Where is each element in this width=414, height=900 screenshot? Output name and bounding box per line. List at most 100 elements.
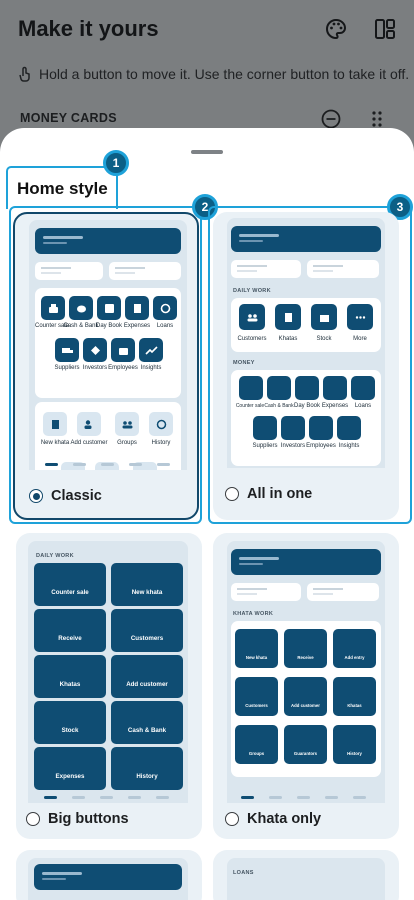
day-book-icon xyxy=(97,296,121,320)
radio-all-in-one[interactable]: All in one xyxy=(225,486,312,502)
stock-icon xyxy=(311,304,337,330)
preview-hero xyxy=(231,226,381,252)
big-tile: Expenses xyxy=(34,747,106,790)
layout-icon[interactable] xyxy=(373,17,397,41)
big-tile: History xyxy=(111,747,183,790)
tile-label: History xyxy=(151,440,171,446)
expenses-icon xyxy=(323,376,347,400)
insights-icon xyxy=(139,338,163,362)
tile-label: Loans xyxy=(354,403,372,409)
daily-caption: DAILY WORK xyxy=(36,553,74,559)
radio-button[interactable] xyxy=(225,812,239,826)
radio-big-buttons[interactable]: Big buttons xyxy=(26,811,129,827)
big-tile: Stock xyxy=(34,701,106,744)
tile-label: Add customer xyxy=(70,440,108,446)
big-tile: Counter sale xyxy=(34,563,106,606)
radio-button[interactable] xyxy=(26,812,40,826)
khata-caption: KHATA WORK xyxy=(233,611,274,617)
preview-tabbar xyxy=(44,793,169,802)
khata-tile: Guarantors xyxy=(284,725,327,764)
touch-icon xyxy=(19,66,30,82)
cash-bank-icon xyxy=(69,296,93,320)
money-panel: Counter sale Cash & Bank Day Book Expens… xyxy=(231,370,381,466)
big-tile: New khata xyxy=(111,563,183,606)
khata-tile: History xyxy=(333,725,376,764)
loans-icon xyxy=(351,376,375,400)
insights-icon xyxy=(337,416,361,440)
step-badge-1: 1 xyxy=(103,150,129,176)
radio-button[interactable] xyxy=(29,489,43,503)
preview-pill xyxy=(307,583,379,601)
daily-panel: Customers Khatas Stock More xyxy=(231,298,381,352)
big-tile: Customers xyxy=(111,609,183,652)
option-preview-next-right[interactable]: LOANS xyxy=(213,850,399,900)
big-tile: Add customer xyxy=(111,655,183,698)
option-all-in-one[interactable]: DAILY WORK Customers Khatas Stock More M… xyxy=(213,212,399,520)
counter-sale-icon xyxy=(41,296,65,320)
big-buttons-preview: DAILY WORK Counter sale New khata Receiv… xyxy=(28,541,188,803)
customers-icon xyxy=(239,304,265,330)
preview-pill xyxy=(35,262,103,280)
preview-hero xyxy=(231,549,381,575)
radio-khata-only[interactable]: Khata only xyxy=(225,811,321,827)
palette-icon[interactable] xyxy=(324,17,348,41)
khata-only-preview: KHATA WORK New khata Receive Add entry C… xyxy=(227,541,385,803)
big-tile: Cash & Bank xyxy=(111,701,183,744)
hint-text: Hold a button to move it. Use the corner… xyxy=(39,66,410,82)
preview-hero xyxy=(35,228,181,254)
daily-caption: DAILY WORK xyxy=(233,288,271,294)
khata-panel: New khata Receive Add entry Customers Ad… xyxy=(231,621,381,777)
hint-row: Hold a button to move it. Use the corner… xyxy=(18,66,409,82)
big-tile: Khatas xyxy=(34,655,106,698)
loans-icon xyxy=(153,296,177,320)
option-big-buttons[interactable]: DAILY WORK Counter sale New khata Receiv… xyxy=(16,533,202,839)
radio-button[interactable] xyxy=(225,487,239,501)
tile-label: Khatas xyxy=(278,336,298,342)
loans-caption: LOANS xyxy=(233,870,254,876)
tile-label: Insights xyxy=(338,443,360,449)
employees-icon xyxy=(309,416,333,440)
money-caption: MONEY xyxy=(233,360,255,366)
option-preview-next-left[interactable] xyxy=(16,850,202,900)
khata-tile: Add entry xyxy=(333,629,376,668)
page-title: Make it yours xyxy=(18,16,159,41)
counter-sale-icon xyxy=(239,376,263,400)
suppliers-icon xyxy=(253,416,277,440)
preview-pill xyxy=(231,583,301,601)
preview-pill xyxy=(231,260,301,278)
sheet-handle[interactable] xyxy=(191,150,223,154)
khata-tile: Add customer xyxy=(284,677,327,716)
khatas-icon xyxy=(275,304,301,330)
option-classic[interactable]: Counter sale Cash & Bank Day Book Expens… xyxy=(13,212,199,520)
day-book-icon xyxy=(295,376,319,400)
new-khata-icon xyxy=(43,412,67,436)
cash-bank-icon xyxy=(267,376,291,400)
option-label: Big buttons xyxy=(48,811,129,827)
section-label: MONEY CARDS xyxy=(20,111,117,125)
drag-handle-icon[interactable] xyxy=(370,110,384,128)
expenses-icon xyxy=(125,296,149,320)
groups-icon xyxy=(115,412,139,436)
option-label: Khata only xyxy=(247,811,322,827)
all-in-one-preview: DAILY WORK Customers Khatas Stock More M… xyxy=(227,218,385,468)
option-label: All in one xyxy=(247,486,313,502)
tile-label: Customers xyxy=(237,336,267,342)
add-customer-icon xyxy=(77,412,101,436)
big-tile: Receive xyxy=(34,609,106,652)
next-preview: LOANS xyxy=(227,858,385,900)
preview-pill xyxy=(109,262,181,280)
more-icon xyxy=(347,304,373,330)
preview-pill xyxy=(307,260,379,278)
investors-icon xyxy=(281,416,305,440)
next-preview xyxy=(28,858,188,900)
preview-tabbar xyxy=(45,460,170,469)
khata-tile: Khatas xyxy=(333,677,376,716)
classic-preview: Counter sale Cash & Bank Day Book Expens… xyxy=(29,220,187,470)
tile-label: Stock xyxy=(316,336,332,342)
remove-icon[interactable] xyxy=(321,109,341,129)
option-khata-only[interactable]: KHATA WORK New khata Receive Add entry C… xyxy=(213,533,399,839)
radio-classic[interactable]: Classic xyxy=(29,488,102,504)
khata-tile: New khata xyxy=(235,629,278,668)
tile-label: Insights xyxy=(140,365,162,371)
preview-tabbar xyxy=(241,793,366,802)
